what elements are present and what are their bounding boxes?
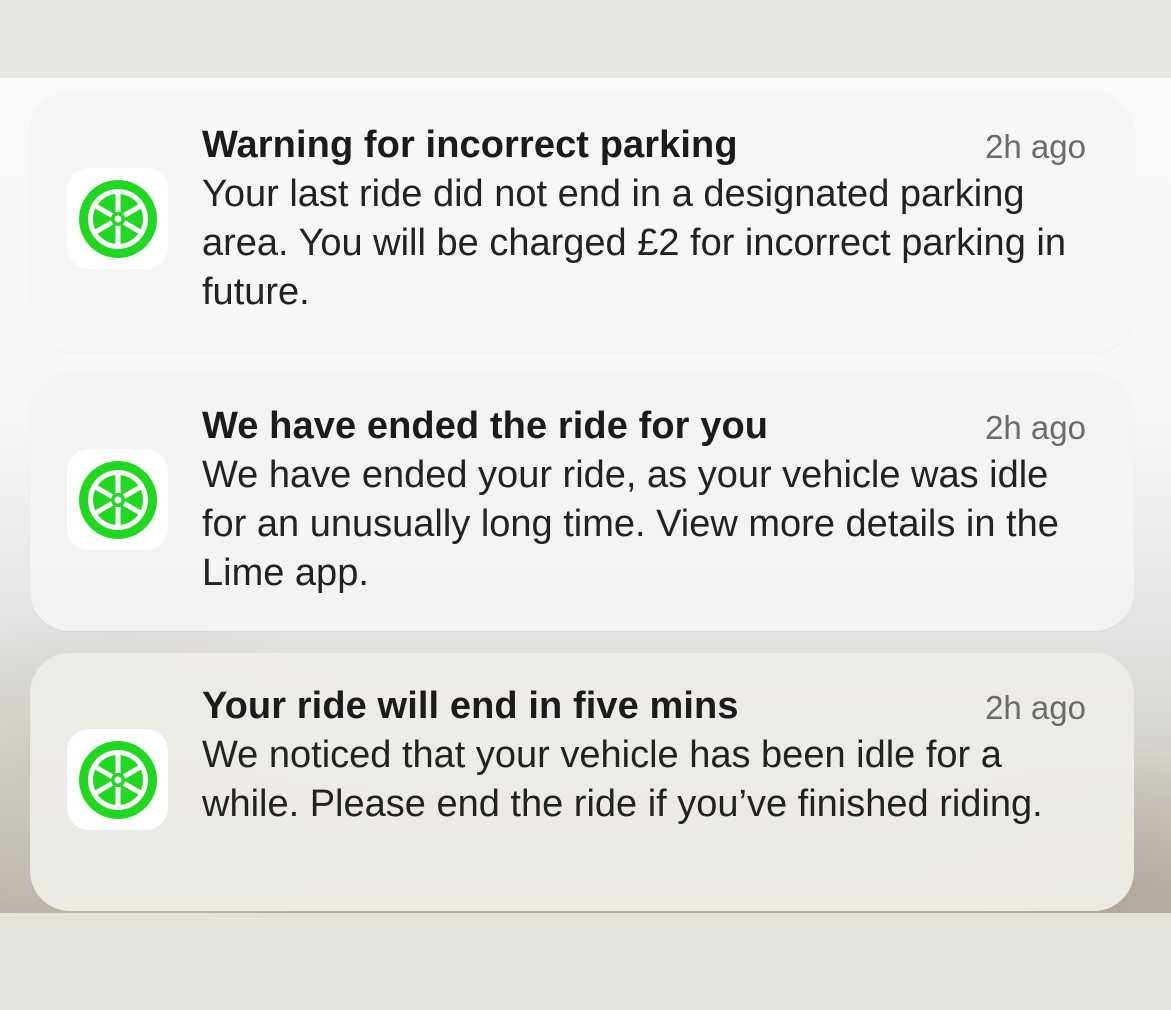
top-band [0,0,1171,78]
notification-title: Warning for incorrect parking [202,124,738,166]
notification-body: We have ended your ride, as your vehicle… [202,454,1059,594]
notification-time: 2h ago [985,689,1086,726]
notification-time: 2h ago [985,409,1086,446]
notification-card[interactable]: Your ride will end in five mins 2h ago W… [30,653,1134,911]
lime-app-icon [67,168,168,269]
notification-time: 2h ago [985,128,1086,165]
notification-card[interactable]: Warning for incorrect parking 2h ago You… [30,92,1134,352]
notification-title: We have ended the ride for you [202,405,769,447]
lime-wheel-icon [78,740,157,819]
notification-card[interactable]: We have ended the ride for you 2h ago We… [30,373,1134,631]
lime-app-icon [67,729,168,830]
lime-app-icon [67,449,168,550]
lime-wheel-icon [78,179,157,258]
notification-title: Your ride will end in five mins [202,685,739,727]
bottom-band [0,913,1171,1010]
notification-body: We noticed that your vehicle has been id… [202,734,1043,825]
notification-body: Your last ride did not end in a designat… [202,173,1066,313]
lime-wheel-icon [78,460,157,539]
